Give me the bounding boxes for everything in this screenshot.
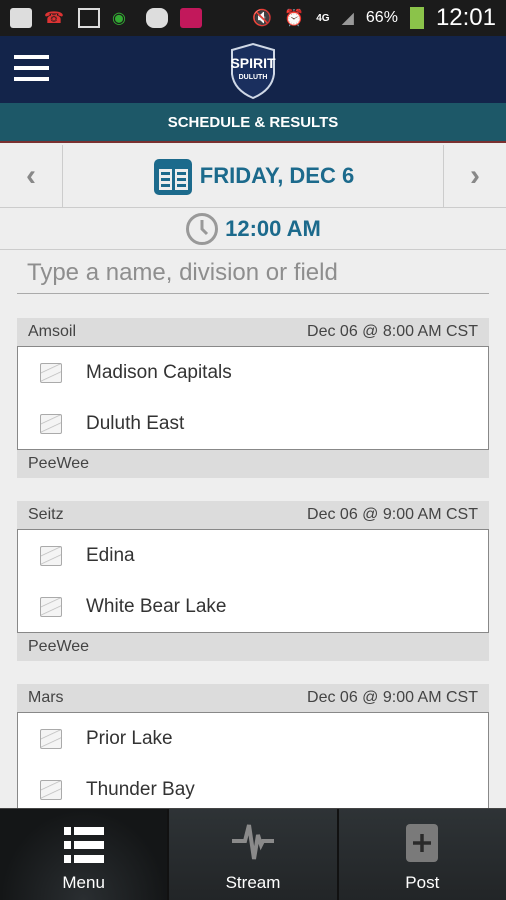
battery-icon (409, 7, 424, 29)
field-name: Mars (28, 689, 64, 706)
tab-post[interactable]: Post (336, 809, 506, 900)
wifi-shield-icon: ◉ (112, 10, 126, 27)
date-navigator: ‹ FRIDAY, DEC 6 › (0, 145, 506, 208)
game-datetime: Dec 06 @ 9:00 AM CST (307, 689, 478, 706)
bottom-nav: Menu Stream Post (0, 808, 506, 900)
mute-icon: 🔇 (252, 10, 273, 27)
team-logo-placeholder-icon (40, 362, 62, 383)
lte-icon: 4G (316, 12, 330, 24)
check-icon (146, 8, 168, 28)
field-name: Seitz (28, 506, 64, 523)
signal-icon: ◢ (341, 10, 354, 27)
team-logo-placeholder-icon (40, 545, 62, 566)
team-name: Prior Lake (86, 727, 173, 749)
team-name: Edina (86, 544, 135, 566)
date-picker[interactable]: FRIDAY, DEC 6 (62, 145, 444, 207)
svg-text:DULUTH: DULUTH (239, 74, 268, 81)
clock-icon (186, 212, 219, 245)
chevron-left-icon: ‹ (26, 159, 36, 192)
team-logo-placeholder-icon (40, 596, 62, 617)
page-title: SCHEDULE & RESULTS (0, 103, 506, 143)
team-row[interactable]: Prior Lake (18, 713, 488, 764)
add-notification-icon (10, 8, 32, 28)
game-datetime: Dec 06 @ 9:00 AM CST (307, 506, 478, 523)
team-logo-placeholder-icon (40, 413, 62, 434)
missed-call-icon: ☎ (44, 10, 64, 27)
team-name: Duluth East (86, 412, 185, 434)
team-name: Madison Capitals (86, 361, 232, 383)
plus-icon (406, 824, 439, 862)
status-bar: ☎ ◉ 🔇 ⏰ 4G ◢ 66% 12:01 (0, 0, 506, 36)
list-icon (63, 827, 104, 863)
team-logo-placeholder-icon (40, 728, 62, 749)
alarm-icon: ⏰ (284, 10, 305, 27)
next-day-button[interactable]: › (444, 145, 506, 207)
search-input[interactable] (17, 252, 489, 294)
team-row[interactable]: Madison Capitals (18, 347, 488, 398)
tab-label: Menu (62, 873, 105, 892)
team-row[interactable]: Edina (18, 530, 488, 581)
game-card[interactable]: Amsoil Dec 06 @ 8:00 AM CST Madison Capit… (17, 318, 489, 478)
game-card[interactable]: Seitz Dec 06 @ 9:00 AM CST Edina White Be… (17, 501, 489, 661)
app-header: SPIRIT DULUTH (0, 36, 506, 103)
team-row[interactable]: Duluth East (18, 398, 488, 449)
team-name: White Bear Lake (86, 595, 227, 617)
tab-stream[interactable]: Stream (167, 809, 337, 900)
team-row[interactable]: White Bear Lake (18, 581, 488, 632)
time-picker[interactable]: 12:00 AM (0, 208, 506, 250)
previous-day-button[interactable]: ‹ (0, 145, 62, 207)
image-icon (78, 8, 100, 28)
pulse-icon (231, 824, 274, 860)
game-card[interactable]: Mars Dec 06 @ 9:00 AM CST Prior Lake Thun… (17, 684, 489, 816)
game-datetime: Dec 06 @ 8:00 AM CST (307, 323, 478, 340)
division-label: PeeWee (17, 633, 489, 661)
hamburger-menu-icon[interactable] (14, 55, 49, 81)
calendar-icon (153, 159, 192, 195)
spirit-of-duluth-logo: SPIRIT DULUTH (230, 42, 276, 100)
selected-date: FRIDAY, DEC 6 (199, 163, 355, 188)
selected-time: 12:00 AM (225, 215, 321, 241)
games-list: Amsoil Dec 06 @ 8:00 AM CST Madison Capit… (17, 318, 489, 839)
tab-menu[interactable]: Menu (0, 809, 168, 900)
division-label: PeeWee (17, 450, 489, 478)
tab-label: Stream (225, 873, 281, 892)
svg-text:SPIRIT: SPIRIT (230, 55, 276, 71)
tmobile-icon (180, 8, 202, 28)
tab-label: Post (405, 873, 440, 892)
chevron-right-icon: › (470, 159, 480, 192)
team-logo-placeholder-icon (40, 779, 62, 800)
battery-percent: 66% (365, 9, 398, 26)
team-name: Thunder Bay (86, 778, 195, 800)
clock: 12:01 (435, 4, 496, 31)
field-name: Amsoil (28, 323, 77, 340)
